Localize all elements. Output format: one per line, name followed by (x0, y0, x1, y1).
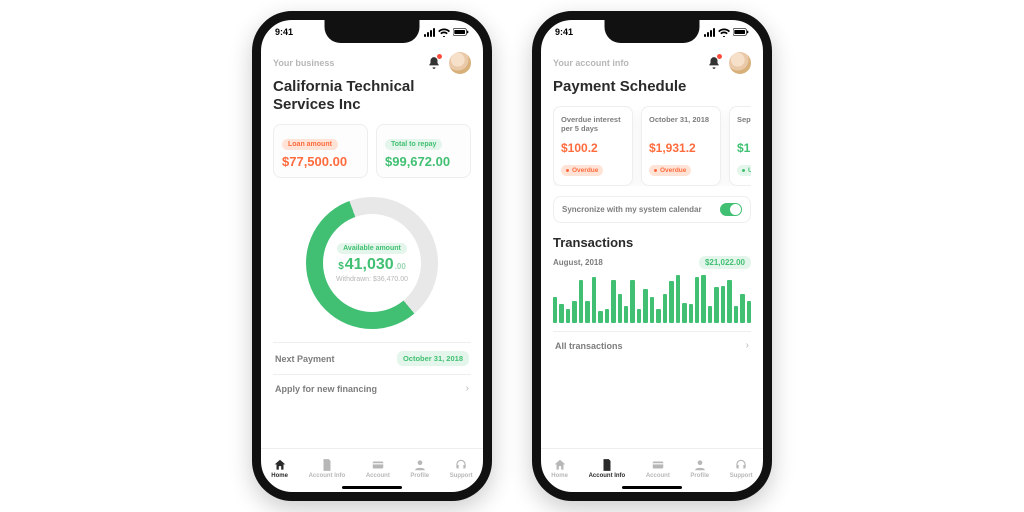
status-time: 9:41 (555, 27, 573, 37)
tab-support[interactable]: Support (450, 458, 473, 479)
cellular-icon (704, 28, 715, 37)
page-title: California Technical Services Inc (273, 78, 471, 114)
total-repay-card: Total to repay $99,672.00 (376, 124, 471, 178)
sync-calendar-row[interactable]: Syncronize with my system calendar (553, 196, 751, 223)
tab-account[interactable]: Account (366, 458, 390, 479)
headset-icon (734, 458, 748, 472)
next-payment-row[interactable]: Next Payment October 31, 2018 (273, 342, 471, 374)
loan-amount-label: Loan amount (282, 139, 338, 150)
next-payment-date: October 31, 2018 (397, 351, 469, 366)
wifi-icon (718, 28, 730, 37)
notifications-button[interactable] (427, 56, 441, 70)
all-transactions-row[interactable]: All transactions › (553, 331, 751, 359)
cellular-icon (424, 28, 435, 37)
document-icon (600, 458, 614, 472)
user-icon (413, 458, 427, 472)
home-icon (553, 458, 567, 472)
loan-amount-value: $77,500.00 (282, 154, 359, 169)
tab-profile[interactable]: Profile (410, 458, 429, 479)
home-indicator[interactable] (622, 486, 682, 489)
notch (325, 19, 420, 43)
header: Your account info (553, 52, 751, 74)
available-value: $ 41,030 .00 (338, 256, 406, 274)
notch (605, 19, 700, 43)
chevron-right-icon: › (746, 340, 749, 351)
next-payment-label: Next Payment (275, 354, 335, 364)
transactions-heading: Transactions (553, 235, 751, 250)
status-badge: Overdue (561, 165, 603, 176)
schedule-card[interactable]: October 31, 2018 $1,931.2 Overdue (641, 106, 721, 186)
battery-icon (453, 28, 469, 36)
transactions-month: August, 2018 (553, 258, 603, 267)
eyebrow: Your account info (553, 58, 629, 68)
tab-support[interactable]: Support (730, 458, 753, 479)
card-icon (371, 458, 385, 472)
battery-icon (733, 28, 749, 36)
page-title: Payment Schedule (553, 78, 751, 96)
available-amount-chart: Available amount $ 41,030 .00 Withdrawn:… (273, 188, 471, 338)
schedule-scroller[interactable]: Overdue interest per 5 days $100.2 Overd… (553, 106, 751, 186)
available-label: Available amount (337, 243, 407, 254)
schedule-card[interactable]: Overdue interest per 5 days $100.2 Overd… (553, 106, 633, 186)
home-indicator[interactable] (342, 486, 402, 489)
header: Your business (273, 52, 471, 74)
tab-account[interactable]: Account (646, 458, 670, 479)
eyebrow: Your business (273, 58, 334, 68)
wifi-icon (438, 28, 450, 37)
document-icon (320, 458, 334, 472)
notification-dot-icon (717, 54, 722, 59)
avatar[interactable] (449, 52, 471, 74)
transactions-total: $21,022.00 (699, 256, 751, 269)
tab-account-info[interactable]: Account Info (589, 458, 626, 479)
phone-account-info: 9:41 Your account info Payment Schedule (532, 11, 772, 501)
tab-home[interactable]: Home (551, 458, 568, 479)
status-badge: U (737, 165, 751, 176)
tab-account-info[interactable]: Account Info (309, 458, 346, 479)
status-time: 9:41 (275, 27, 293, 37)
total-repay-label: Total to repay (385, 139, 442, 150)
loan-amount-card: Loan amount $77,500.00 (273, 124, 368, 178)
tab-home[interactable]: Home (271, 458, 288, 479)
all-transactions-label: All transactions (555, 341, 623, 351)
sync-label: Syncronize with my system calendar (562, 205, 702, 214)
status-badge: Overdue (649, 165, 691, 176)
card-icon (651, 458, 665, 472)
apply-financing-row[interactable]: Apply for new financing › (273, 374, 471, 402)
notification-dot-icon (437, 54, 442, 59)
chevron-right-icon: › (466, 383, 469, 394)
withdrawn-value: Withdrawn: $36,470.00 (336, 276, 408, 283)
notifications-button[interactable] (707, 56, 721, 70)
avatar[interactable] (729, 52, 751, 74)
sync-toggle[interactable] (720, 203, 742, 216)
user-icon (693, 458, 707, 472)
apply-financing-label: Apply for new financing (275, 384, 377, 394)
home-icon (273, 458, 287, 472)
transactions-bar-chart (553, 275, 751, 323)
phone-home: 9:41 Your business California Technical … (252, 11, 492, 501)
headset-icon (454, 458, 468, 472)
tab-profile[interactable]: Profile (690, 458, 709, 479)
total-repay-value: $99,672.00 (385, 154, 462, 169)
schedule-card[interactable]: Sept $1 U (729, 106, 751, 186)
